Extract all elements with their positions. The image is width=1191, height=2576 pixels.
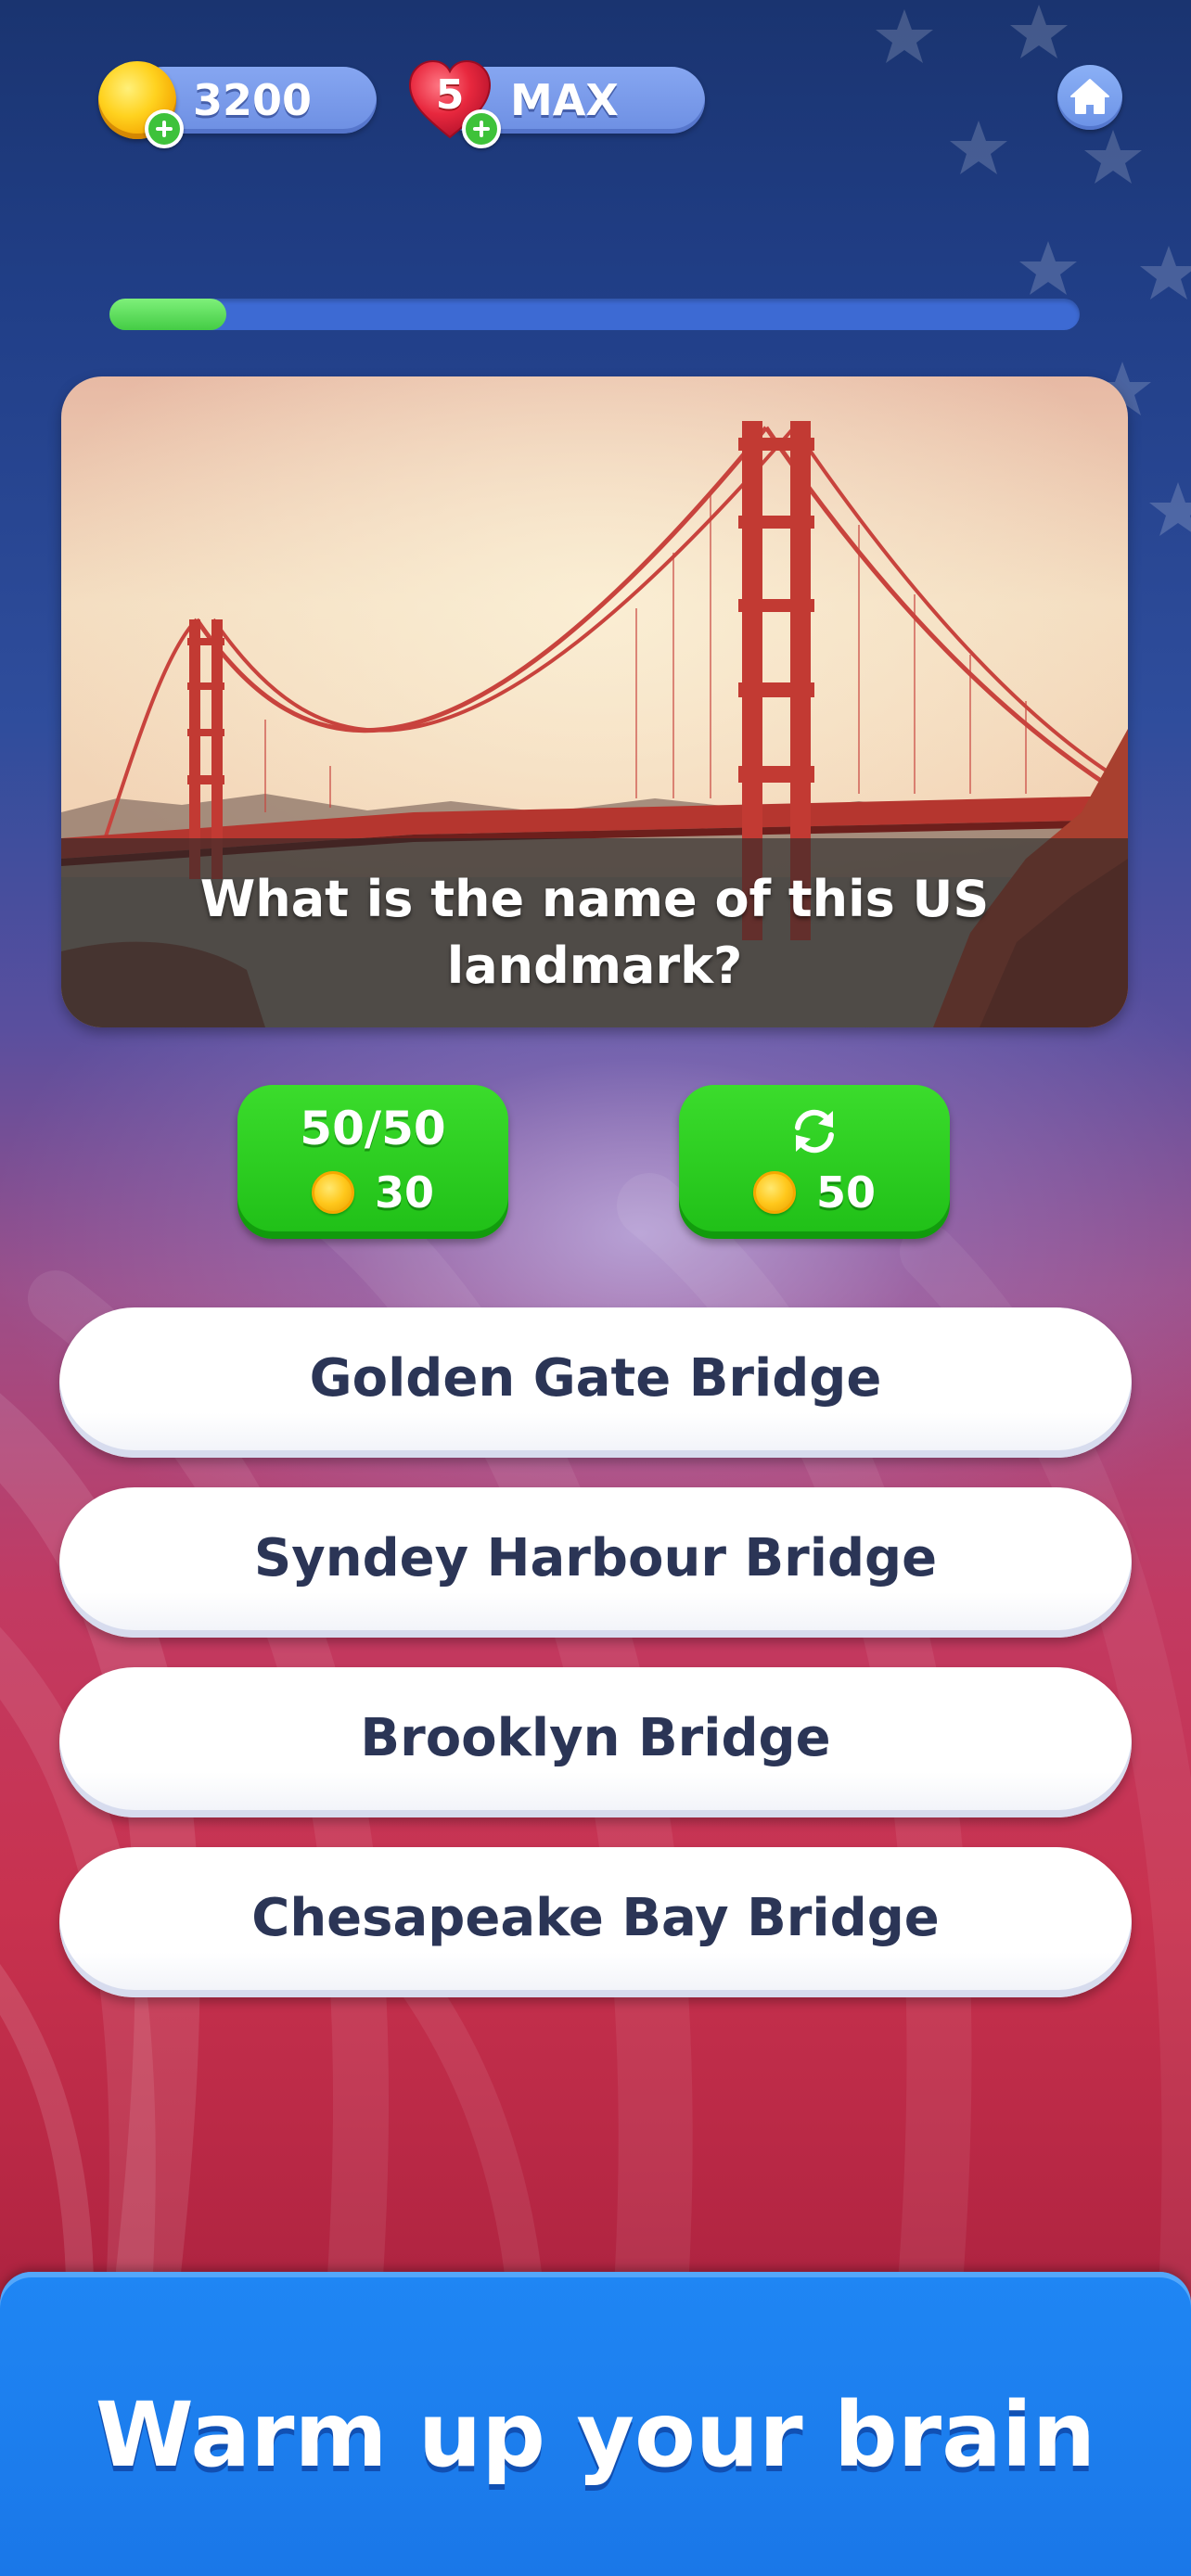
fifty-fifty-label: 50/50 [300, 1102, 446, 1155]
refresh-icon [795, 1109, 834, 1154]
promo-text: Warm up your brain [95, 2383, 1096, 2487]
answer-option-1[interactable]: Golden Gate Bridge [59, 1307, 1132, 1458]
coin-icon [752, 1171, 796, 1214]
swap-cost: 50 [679, 1165, 950, 1220]
fifty-fifty-cost-value: 30 [374, 1167, 434, 1218]
question-banner: What is the name of this US landmark? [61, 838, 1128, 1027]
coin-icon [311, 1171, 354, 1214]
lives-label: MAX [510, 75, 619, 125]
add-lives-icon[interactable] [462, 109, 501, 148]
fifty-fifty-button[interactable]: 50/50 30 [237, 1085, 508, 1239]
swap-cost-value: 50 [815, 1167, 876, 1218]
answer-option-2[interactable]: Syndey Harbour Bridge [59, 1487, 1132, 1638]
coin-count: 3200 [193, 75, 313, 125]
fifty-fifty-cost: 30 [237, 1165, 508, 1220]
progress-fill [109, 299, 226, 330]
swap-question-button[interactable]: 50 [679, 1085, 950, 1239]
question-card: What is the name of this US landmark? [61, 376, 1128, 1027]
home-button[interactable] [1057, 65, 1122, 130]
promo-banner: Warm up your brain [0, 2272, 1191, 2576]
home-icon [1070, 79, 1109, 114]
answer-option-3[interactable]: Brooklyn Bridge [59, 1667, 1132, 1817]
question-progress-bar [109, 299, 1080, 330]
add-coins-icon[interactable] [145, 109, 184, 148]
answer-option-4[interactable]: Chesapeake Bay Bridge [59, 1847, 1132, 1997]
question-text: What is the name of this US landmark? [199, 870, 990, 995]
